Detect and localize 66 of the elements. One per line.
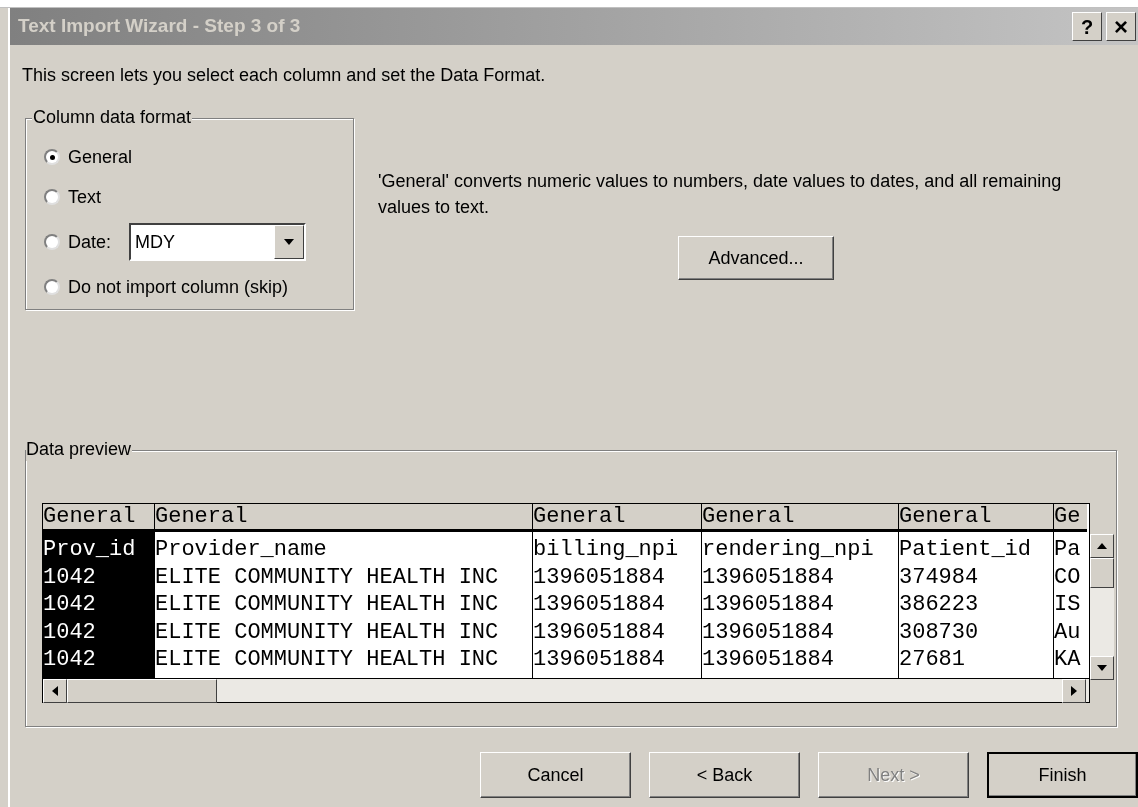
down-arrow-icon — [1097, 665, 1107, 671]
scroll-up-button[interactable] — [1090, 534, 1114, 558]
scroll-down-button[interactable] — [1090, 656, 1114, 680]
radio-label[interactable]: Do not import column (skip) — [68, 273, 289, 301]
scroll-right-button[interactable] — [1062, 679, 1086, 703]
table-cell-text: 1396051884 — [702, 618, 836, 646]
dropdown-button[interactable] — [274, 225, 305, 259]
table-cell-text: 1042 — [43, 618, 97, 646]
right-arrow-icon — [1071, 686, 1077, 696]
table-cell-text: ELITE COMMUNITY HEALTH INC — [155, 646, 500, 674]
table-cell-text: IS — [1054, 591, 1082, 619]
column-header[interactable]: General — [155, 504, 532, 532]
table-cell-text: 1396051884 — [702, 591, 836, 619]
caret-icon — [284, 239, 295, 245]
table-cell-text: 1042 — [43, 563, 97, 591]
up-arrow-icon — [1097, 543, 1107, 549]
left-arrow-icon — [52, 686, 58, 696]
column-header[interactable]: General — [43, 504, 154, 532]
radio-button[interactable] — [44, 279, 60, 295]
dialog-button[interactable]: Cancel — [480, 752, 631, 798]
radio-button[interactable] — [44, 149, 60, 165]
help-button[interactable]: ? — [1072, 12, 1102, 41]
table-cell-text: Au — [1054, 618, 1082, 646]
radio-label[interactable]: General — [68, 143, 133, 171]
table-cell-text: ELITE COMMUNITY HEALTH INC — [155, 618, 500, 646]
table-cell-text: Pa — [1054, 536, 1082, 564]
table-cell-text: billing_npi — [533, 536, 680, 564]
window-title: Text Import Wizard - Step 3 of 3 — [18, 14, 301, 39]
table-cell-text: Prov_id — [43, 536, 137, 564]
table-cell-text: Provider_name — [155, 536, 328, 564]
table-cell-text: 1396051884 — [533, 563, 667, 591]
scroll-left-button[interactable] — [43, 679, 67, 703]
table-cell-text: 308730 — [899, 618, 980, 646]
table-cell-text: Patient_id — [899, 536, 1033, 564]
table-cell-text: 1396051884 — [702, 646, 836, 674]
table-cell-text: 1042 — [43, 591, 97, 619]
radio-button[interactable] — [44, 234, 60, 250]
advanced-button[interactable]: Advanced... — [678, 236, 834, 280]
dialog-button[interactable]: < Back — [649, 752, 800, 798]
table-cell-text: 374984 — [899, 563, 980, 591]
description-text: 'General' converts numeric values to numbers, date values to dates, and all remaining values to text. — [378, 170, 1063, 219]
table-cell-text: 1396051884 — [533, 591, 667, 619]
table-cell-text: KA — [1054, 646, 1082, 674]
radio-button[interactable] — [44, 189, 60, 205]
column-header[interactable]: General — [702, 504, 898, 532]
radio-label[interactable]: Text — [68, 183, 101, 211]
table-cell-text: rendering_npi — [702, 536, 875, 564]
intro-text: This screen lets you select each column and set the Data Format. — [22, 64, 547, 87]
dialog-button[interactable]: Finish — [987, 752, 1138, 798]
scroll-thumb[interactable] — [1090, 558, 1114, 588]
table-cell-text: 1396051884 — [702, 563, 836, 591]
table-cell-text: 1396051884 — [533, 646, 667, 674]
radio-label[interactable]: Date: — [68, 228, 112, 256]
table-cell-text: CO — [1054, 563, 1082, 591]
table-cell-text: 27681 — [899, 646, 966, 674]
scroll-thumb[interactable] — [67, 679, 217, 703]
column-header[interactable]: General — [533, 504, 701, 532]
column-header[interactable]: Ge — [1054, 504, 1087, 532]
table-cell-text: 386223 — [899, 591, 980, 619]
table-cell-text: 1042 — [43, 646, 97, 674]
table-cell-text: ELITE COMMUNITY HEALTH INC — [155, 591, 500, 619]
close-button[interactable]: × — [1106, 12, 1136, 41]
table-cell-text: ELITE COMMUNITY HEALTH INC — [155, 563, 500, 591]
date-format-dropdown[interactable]: MDY — [129, 223, 307, 261]
table-cell-text: 1396051884 — [533, 618, 667, 646]
column-header[interactable]: General — [899, 504, 1053, 532]
